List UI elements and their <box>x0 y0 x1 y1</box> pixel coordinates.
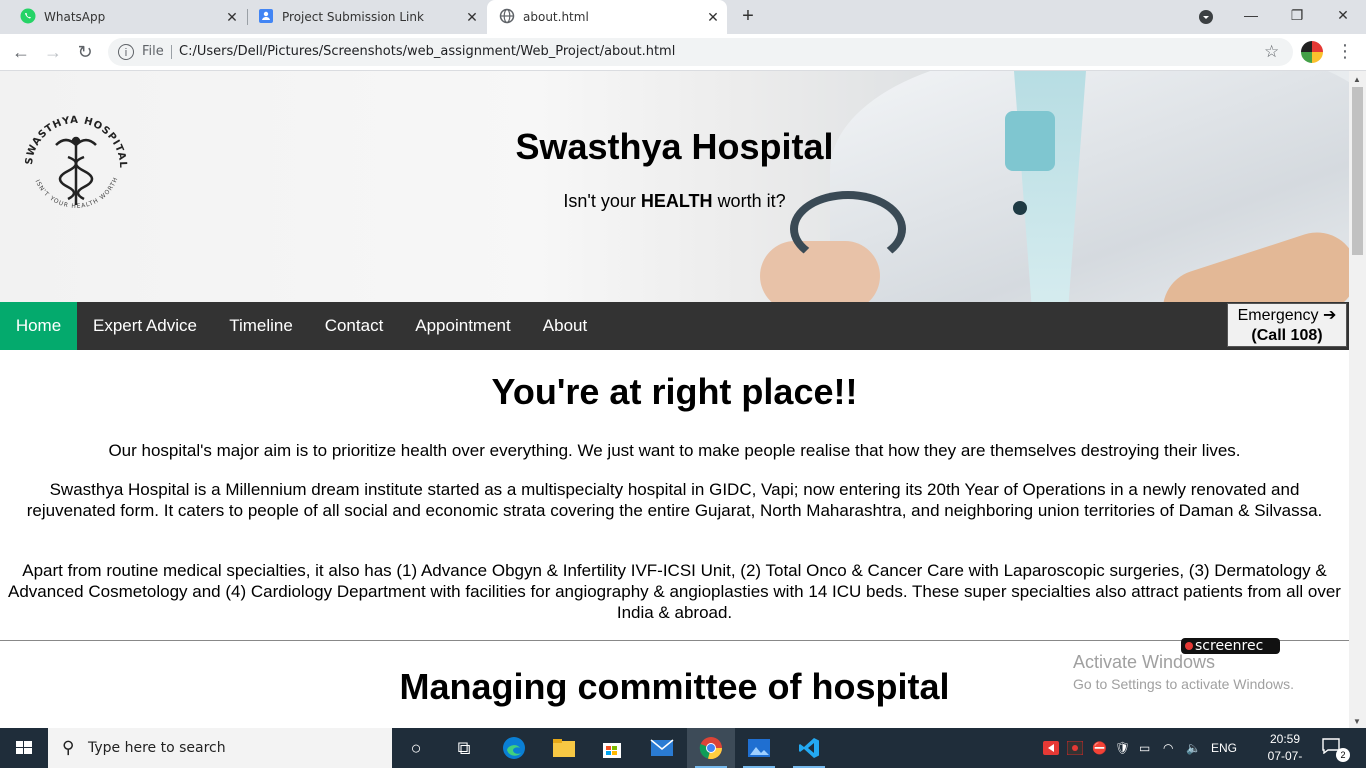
close-window-button[interactable]: ✕ <box>1320 0 1366 30</box>
nav-about[interactable]: About <box>527 302 603 350</box>
network-off-icon[interactable]: ⛔ <box>1092 728 1107 768</box>
hero-header: SWASTHYA HOSPITAL ISN'T YOUR HEALTH WORT… <box>0 71 1349 302</box>
reload-icon[interactable]: ↻ <box>74 41 96 63</box>
start-button[interactable] <box>0 728 48 768</box>
search-placeholder: Type here to search <box>88 740 226 756</box>
tab-search-icon[interactable] <box>1198 9 1214 30</box>
tab-about[interactable]: about.html ✕ <box>487 0 727 34</box>
battery-icon[interactable]: ▭ <box>1139 728 1150 768</box>
nav-home[interactable]: Home <box>0 302 77 350</box>
omnibox-divider <box>171 45 172 59</box>
tab-title: WhatsApp <box>44 10 106 24</box>
windows-logo-icon <box>16 741 32 754</box>
photos-icon[interactable] <box>735 728 783 768</box>
back-arrow-icon[interactable]: ← <box>10 41 32 63</box>
main-navbar: Home Expert Advice Timeline Contact Appo… <box>0 302 1349 350</box>
about-paragraph: Swasthya Hospital is a Millennium dream … <box>26 480 1323 520</box>
profile-avatar[interactable] <box>1301 41 1323 63</box>
activate-subtitle: Go to Settings to activate Windows. <box>1073 676 1294 692</box>
task-view-icon[interactable]: ⧉ <box>440 728 488 768</box>
activate-windows-watermark: Activate Windows Go to Settings to activ… <box>1073 652 1294 692</box>
google-forms-icon <box>258 8 274 27</box>
address-bar[interactable]: i File C:/Users/Dell/Pictures/Screenshot… <box>108 38 1293 66</box>
tab-title: Project Submission Link <box>282 10 424 24</box>
browser-toolbar: ← → ↻ i File C:/Users/Dell/Pictures/Scre… <box>0 34 1366 71</box>
cortana-icon[interactable]: ○ <box>392 728 440 768</box>
mail-icon[interactable] <box>638 728 686 768</box>
new-tab-button[interactable]: + <box>738 6 758 26</box>
close-icon[interactable]: ✕ <box>464 9 480 25</box>
scheme-label: File <box>142 44 164 59</box>
activate-title: Activate Windows <box>1073 652 1216 672</box>
tab-title: about.html <box>523 10 589 24</box>
tagline-prefix: Isn't your <box>563 191 636 211</box>
notification-count-badge: 2 <box>1336 748 1350 762</box>
url-text[interactable]: C:/Users/Dell/Pictures/Screenshots/web_a… <box>179 44 675 59</box>
more-menu-icon[interactable]: ⋮ <box>1336 42 1354 60</box>
edge-icon[interactable] <box>490 728 538 768</box>
clock-date: 07-07-2021 <box>1267 749 1303 780</box>
vscode-icon[interactable] <box>785 728 833 768</box>
security-shield-icon[interactable]: 🛡 <box>1115 728 1130 768</box>
volume-icon[interactable]: 🔈 <box>1186 728 1201 768</box>
taskbar-clock[interactable]: 20:59 07-07-2021 <box>1255 731 1315 782</box>
file-explorer-icon[interactable] <box>540 728 588 768</box>
globe-icon <box>499 8 515 27</box>
page-scrollbar[interactable]: ▲ ▼ <box>1349 71 1366 728</box>
bookmark-star-icon[interactable]: ☆ <box>1264 42 1279 62</box>
minimize-button[interactable]: — <box>1228 0 1274 30</box>
wifi-icon[interactable]: ◠ <box>1163 728 1173 768</box>
language-indicator[interactable]: ENG <box>1211 728 1237 768</box>
browser-tab-strip: WhatsApp ✕ Project Submission Link ✕ abo… <box>0 0 1366 34</box>
antivirus-tray-icon[interactable] <box>1043 728 1059 768</box>
site-tagline: Isn't your HEALTH worth it? <box>0 191 1349 212</box>
screen-record-tray-icon[interactable] <box>1066 728 1084 768</box>
forward-arrow-icon[interactable]: → <box>42 41 64 63</box>
tab-whatsapp[interactable]: WhatsApp ✕ <box>8 0 246 34</box>
restore-button[interactable]: ❐ <box>1274 0 1320 30</box>
search-icon: ⚲ <box>62 738 75 757</box>
store-icon[interactable] <box>588 728 636 768</box>
specialties-paragraph: Apart from routine medical specialties, … <box>8 561 1341 622</box>
close-icon[interactable]: ✕ <box>224 9 240 25</box>
info-icon[interactable]: i <box>118 44 134 60</box>
emergency-button[interactable]: Emergency ➔ (Call 108) <box>1227 303 1347 347</box>
emergency-phone: (Call 108) <box>1251 327 1323 344</box>
scrollbar-thumb[interactable] <box>1352 87 1363 255</box>
tagline-bold: HEALTH <box>640 191 713 211</box>
nav-appointment[interactable]: Appointment <box>399 302 527 350</box>
tagline-suffix: worth it? <box>717 191 786 211</box>
main-heading: You're at right place!! <box>491 371 858 412</box>
section-divider <box>0 640 1349 641</box>
site-title: Swasthya Hospital <box>515 126 834 167</box>
record-dot-icon <box>1185 642 1193 650</box>
taskbar-search-box[interactable]: ⚲ Type here to search <box>48 728 392 768</box>
close-icon[interactable]: ✕ <box>705 9 721 25</box>
windows-taskbar: ⚲ Type here to search ○ ⧉ ⛔ 🛡 ▭ ◠ 🔈 ENG … <box>0 728 1366 780</box>
tab-project-submission[interactable]: Project Submission Link ✕ <box>248 0 486 34</box>
scroll-up-arrow-icon[interactable]: ▲ <box>1353 75 1361 84</box>
intro-paragraph: Our hospital's major aim is to prioritiz… <box>108 441 1241 460</box>
nav-expert-advice[interactable]: Expert Advice <box>77 302 213 350</box>
chrome-icon[interactable] <box>687 728 735 768</box>
clock-time: 20:59 <box>1269 732 1301 746</box>
whatsapp-icon <box>20 8 36 27</box>
arrow-right-icon: ➔ <box>1322 307 1337 324</box>
emergency-label: Emergency <box>1237 307 1319 324</box>
nav-contact[interactable]: Contact <box>309 302 399 350</box>
nav-timeline[interactable]: Timeline <box>213 302 309 350</box>
scroll-down-arrow-icon[interactable]: ▼ <box>1353 717 1361 726</box>
page-viewport: SWASTHYA HOSPITAL ISN'T YOUR HEALTH WORT… <box>0 71 1349 728</box>
